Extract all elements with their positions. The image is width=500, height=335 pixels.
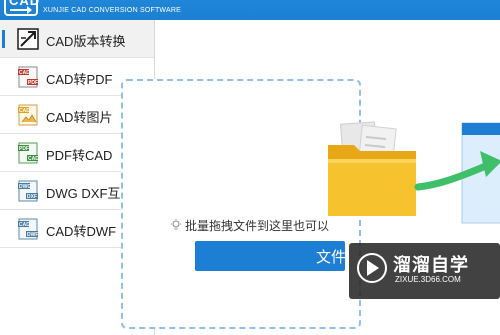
cad-to-pdf-icon: CAD PDF bbox=[17, 66, 39, 88]
lightbulb-icon bbox=[170, 218, 182, 236]
svg-text:CAD: CAD bbox=[28, 156, 39, 162]
pdf-to-cad-icon: PDF CAD bbox=[17, 142, 39, 164]
svg-text:DWG: DWG bbox=[19, 184, 31, 190]
svg-text:DWF: DWF bbox=[27, 232, 38, 238]
watermark-url: ZIXUE.3D66.COM bbox=[395, 275, 461, 284]
sidebar-item-label: CAD转DWF bbox=[46, 224, 117, 239]
svg-text:CAD: CAD bbox=[19, 108, 30, 114]
header-banner: CAD XUNJIE CAD CONVERSION SOFTWARE bbox=[0, 0, 500, 20]
drop-hint-text: 批量拖拽文件到这里也可以 bbox=[185, 219, 330, 233]
app-logo-text: CAD bbox=[9, 0, 41, 8]
sidebar-item-label: CAD转图片 bbox=[46, 110, 113, 125]
sidebar-item-label: PDF转CAD bbox=[46, 148, 113, 163]
cad-version-icon bbox=[17, 28, 39, 50]
svg-text:PDF: PDF bbox=[19, 146, 29, 152]
svg-text:PDF: PDF bbox=[28, 80, 38, 86]
drag-illustration bbox=[328, 121, 500, 224]
watermark-title: 溜溜自学 bbox=[393, 255, 469, 275]
play-icon bbox=[367, 260, 379, 276]
sidebar-item-label: CAD版本转换 bbox=[46, 34, 126, 49]
add-file-button-label: 文件 bbox=[316, 249, 347, 266]
app-subtitle: XUNJIE CAD CONVERSION SOFTWARE bbox=[43, 7, 181, 14]
svg-text:DXF: DXF bbox=[27, 194, 37, 200]
logo-arrow-icon bbox=[10, 6, 32, 14]
svg-text:CAD: CAD bbox=[19, 70, 30, 76]
sidebar-item-cad-version[interactable]: CAD版本转换 bbox=[0, 20, 154, 58]
dwg-dxf-icon: DWG DXF bbox=[17, 180, 39, 202]
cad-to-image-icon: CAD bbox=[17, 104, 39, 126]
sidebar-item-label: CAD转PDF bbox=[46, 72, 113, 87]
cad-to-dwf-icon: CAD DWF bbox=[17, 218, 39, 240]
svg-text:CAD: CAD bbox=[19, 222, 30, 228]
